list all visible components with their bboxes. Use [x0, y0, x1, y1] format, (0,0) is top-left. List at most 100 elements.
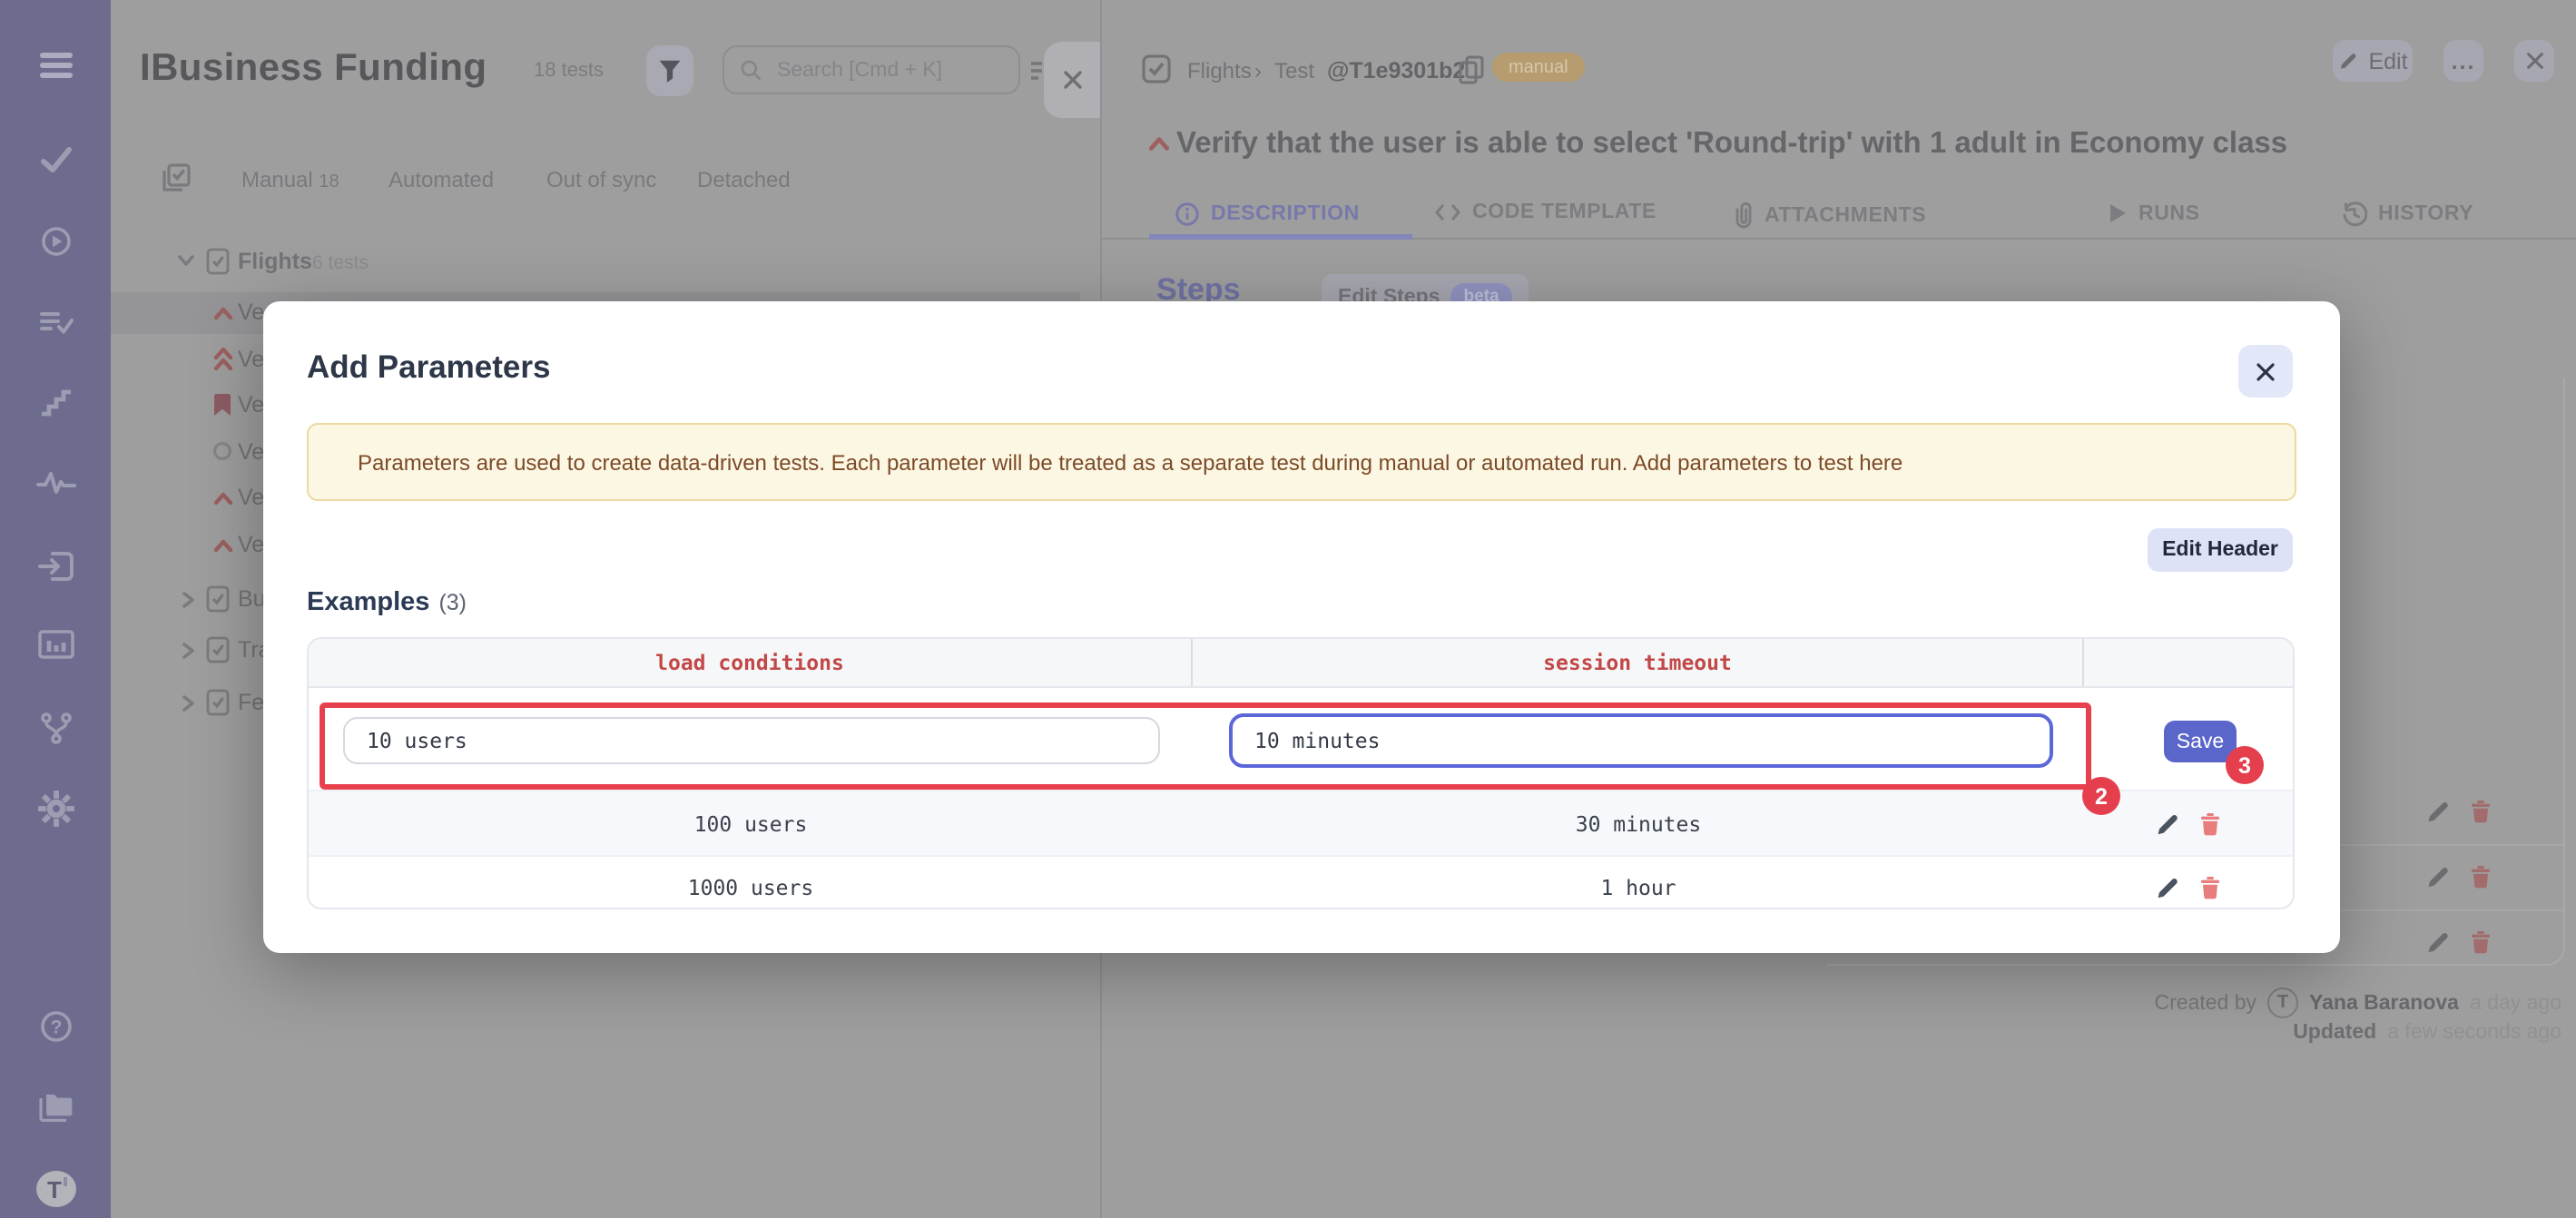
- funnel-icon: [657, 57, 683, 84]
- chevron-right-icon: [180, 692, 196, 712]
- code-icon: [1434, 201, 1461, 223]
- app-viewport: ? T IBusiness Funding 18 tests Manu: [0, 0, 2576, 1218]
- report-icon[interactable]: [35, 628, 75, 661]
- avatar: T: [2267, 987, 2299, 1018]
- created-time: a day ago: [2469, 992, 2561, 1014]
- tab-attachments[interactable]: ATTACHMENTS: [1734, 201, 1926, 229]
- column-header-actions: [2084, 639, 2293, 686]
- test-doc-icon: [205, 687, 231, 716]
- logo-icon[interactable]: T: [34, 1169, 77, 1209]
- svg-text:?: ?: [50, 1017, 62, 1037]
- table-header-row: load conditions session timeout: [309, 639, 2293, 688]
- delete-row-icon[interactable]: [2198, 810, 2222, 836]
- svg-text:T: T: [46, 1176, 61, 1203]
- close-icon: [2524, 51, 2544, 71]
- test-check-icon: [1140, 53, 1173, 85]
- play-icon: [2108, 201, 2128, 225]
- test-doc-icon: [205, 247, 231, 276]
- chevron-up-icon: [212, 305, 234, 321]
- breadcrumb-root[interactable]: Flights: [1187, 58, 1252, 83]
- test-doc-icon: [205, 635, 231, 664]
- trash-icon[interactable]: [2469, 864, 2492, 889]
- pencil-icon[interactable]: [2425, 929, 2451, 955]
- info-icon: [1175, 201, 1200, 227]
- modal-close-button[interactable]: [2238, 345, 2293, 398]
- close-icon: [1061, 69, 1083, 91]
- copy-icon[interactable]: [1458, 54, 1485, 85]
- active-tab-underline: [1149, 234, 1412, 239]
- tab-manual-count: 18: [319, 172, 339, 192]
- tab-out-of-sync[interactable]: Out of sync: [546, 167, 656, 192]
- annotation-badge-3: 3: [2226, 746, 2264, 784]
- save-button[interactable]: Save: [2164, 721, 2237, 762]
- tab-runs[interactable]: RUNS: [2108, 201, 2200, 225]
- import-icon[interactable]: [35, 548, 75, 584]
- session-timeout-input[interactable]: [1229, 713, 2053, 768]
- menu-icon[interactable]: [35, 49, 75, 82]
- breadcrumb-leaf: Test: [1274, 58, 1315, 83]
- search-icon: [739, 58, 762, 82]
- circle-icon: [212, 440, 232, 460]
- close-pane-button[interactable]: [2514, 40, 2554, 82]
- tests-count: 18 tests: [534, 60, 605, 82]
- folders-icon[interactable]: [34, 1089, 76, 1125]
- ellipsis-icon: ...: [2451, 48, 2476, 74]
- pencil-icon[interactable]: [2425, 799, 2451, 824]
- bookmark-icon: [211, 390, 234, 417]
- info-banner-text: Parameters are used to create data-drive…: [358, 449, 1903, 475]
- table-row: 1000 users 1 hour: [309, 855, 2293, 908]
- double-chevron-up-icon: [212, 344, 234, 371]
- branch-icon[interactable]: [37, 710, 74, 746]
- check-icon[interactable]: [37, 143, 74, 176]
- help-icon[interactable]: ?: [36, 1007, 74, 1046]
- left-rail: ? T: [0, 0, 111, 1218]
- edit-header-button[interactable]: Edit Header: [2148, 528, 2293, 572]
- play-circle-icon[interactable]: [37, 223, 74, 260]
- status-badge: manual: [1492, 53, 1585, 82]
- table-row: 100 users 30 minutes: [309, 790, 2293, 855]
- tab-history[interactable]: HISTORY: [2342, 201, 2473, 227]
- gear-icon[interactable]: [36, 790, 74, 828]
- test-doc-icon: [205, 584, 231, 613]
- pulse-icon[interactable]: [35, 468, 75, 497]
- examples-heading: Examples (3): [307, 588, 467, 617]
- pencil-icon[interactable]: [2425, 864, 2451, 889]
- updated-time: a few seconds ago: [2387, 1022, 2561, 1044]
- breadcrumb-separator: ›: [1254, 58, 1262, 83]
- tab-description[interactable]: DESCRIPTION: [1175, 201, 1360, 227]
- delete-row-icon[interactable]: [2198, 875, 2222, 900]
- select-tests-icon[interactable]: [160, 162, 192, 194]
- updated-line: Updated a few seconds ago: [2293, 1022, 2561, 1044]
- checklist-icon[interactable]: [37, 307, 74, 339]
- edit-row-icon[interactable]: [2155, 810, 2180, 836]
- modal-title: Add Parameters: [307, 349, 551, 385]
- examples-count: (3): [438, 590, 467, 615]
- load-conditions-input[interactable]: [343, 717, 1160, 764]
- tab-code-template[interactable]: CODE TEMPLATE: [1434, 201, 1657, 223]
- filter-button[interactable]: [646, 45, 693, 96]
- trash-icon[interactable]: [2469, 799, 2492, 824]
- test-id: @T1e9301b2: [1327, 58, 1466, 83]
- more-button[interactable]: ...: [2443, 40, 2483, 82]
- column-header-session-timeout: session timeout: [1193, 639, 2084, 686]
- tree-folder-flights[interactable]: Flights 6 tests: [111, 240, 1100, 283]
- project-title: IBusiness Funding: [140, 47, 487, 89]
- add-parameters-modal: Add Parameters Parameters are used to cr…: [263, 301, 2340, 953]
- tab-automated[interactable]: Automated: [388, 167, 494, 192]
- edit-button[interactable]: Edit: [2333, 40, 2413, 82]
- steps-icon[interactable]: [37, 387, 74, 419]
- tab-manual[interactable]: Manual 18: [241, 167, 339, 192]
- collapse-panel-button[interactable]: [1044, 42, 1100, 118]
- trash-icon[interactable]: [2469, 929, 2492, 955]
- pencil-icon: [2337, 51, 2357, 71]
- history-icon: [2342, 201, 2367, 227]
- created-by-line: Created by T Yana Baranova a day ago: [2155, 987, 2561, 1018]
- search-box: [723, 45, 1020, 94]
- paperclip-icon: [1734, 201, 1754, 229]
- close-icon: [2255, 360, 2276, 382]
- edit-row-icon[interactable]: [2155, 875, 2180, 900]
- annotation-badge-2: 2: [2082, 777, 2120, 815]
- search-input[interactable]: [773, 57, 998, 83]
- tab-detached[interactable]: Detached: [697, 167, 791, 192]
- chevron-up-icon: [1147, 134, 1171, 152]
